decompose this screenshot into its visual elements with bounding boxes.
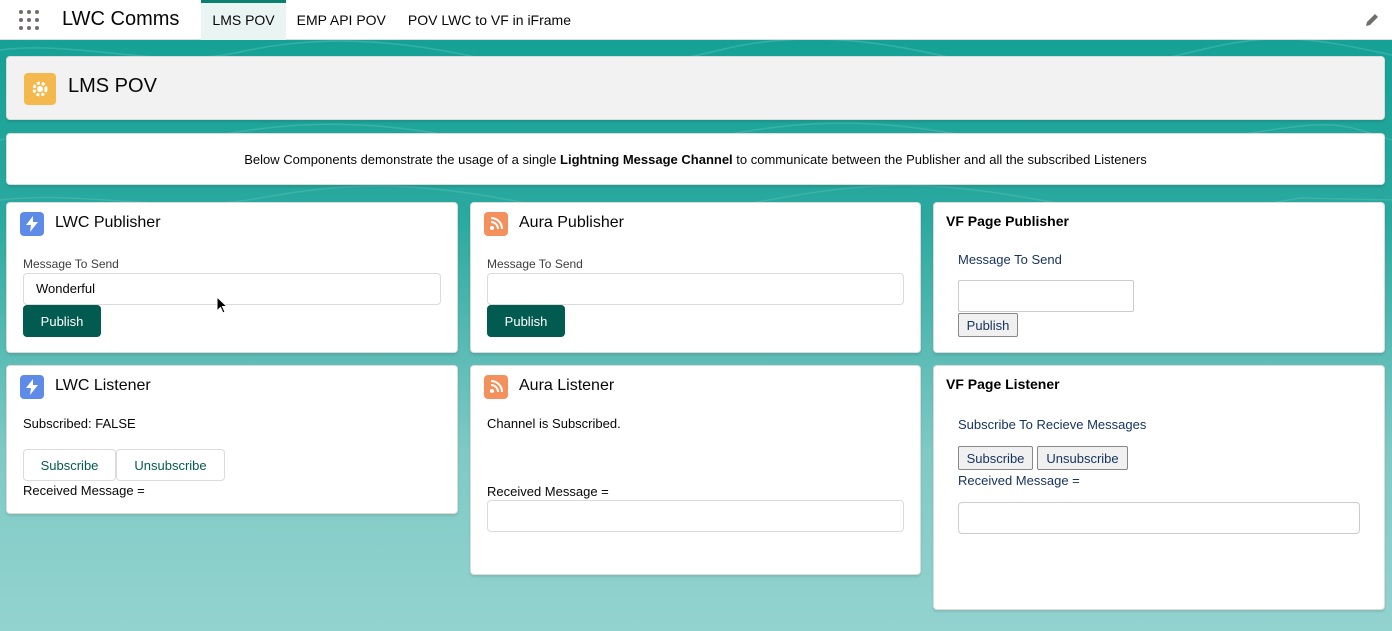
app-launcher-icon[interactable] (18, 9, 40, 31)
publish-button[interactable]: Publish (23, 305, 101, 337)
description-text: Below Components demonstrate the usage o… (244, 152, 1147, 167)
field-label: Message To Send (23, 257, 119, 271)
lightning-bolt-icon (20, 375, 44, 399)
message-input[interactable] (958, 280, 1134, 312)
field-label: Message To Send (958, 252, 1062, 267)
field-label: Message To Send (487, 257, 583, 271)
aura-listener-card: Aura Listener Channel is Subscribed. Rec… (470, 365, 921, 575)
tab-pov-lwc-to-vf[interactable]: POV LWC to VF in iFrame (397, 0, 582, 40)
card-title: VF Page Listener (946, 376, 1060, 392)
subscribe-prompt: Subscribe To Recieve Messages (958, 417, 1147, 432)
received-message-field[interactable] (487, 500, 904, 532)
unsubscribe-button[interactable]: Unsubscribe (1037, 446, 1128, 470)
received-message-label: Received Message = (958, 473, 1080, 488)
tab-emp-api-pov[interactable]: EMP API POV (286, 0, 397, 40)
subscription-status: Channel is Subscribed. (487, 416, 621, 431)
tab-lms-pov[interactable]: LMS POV (201, 0, 286, 40)
received-message-label: Received Message = (487, 484, 609, 499)
page-title: LMS POV (68, 75, 157, 97)
card-title: Aura Listener (519, 377, 615, 394)
message-input[interactable] (487, 273, 904, 305)
card-title: Aura Publisher (519, 214, 624, 231)
subscription-status: Subscribed: FALSE (23, 416, 136, 431)
aura-publisher-card: Aura Publisher Message To Send Publish (470, 202, 921, 353)
publish-button[interactable]: Publish (958, 313, 1018, 337)
description-bold: Lightning Message Channel (560, 152, 733, 167)
broadcast-icon (484, 375, 508, 399)
vf-listener-card: VF Page Listener Subscribe To Recieve Me… (933, 365, 1385, 610)
description-card: Below Components demonstrate the usage o… (6, 133, 1385, 185)
broadcast-icon (484, 212, 508, 236)
vf-publisher-card: VF Page Publisher Message To Send Publis… (933, 202, 1385, 353)
subscribe-button[interactable]: Subscribe (958, 446, 1033, 470)
message-input[interactable]: Wonderful (23, 273, 441, 305)
page-header: LMS POV (6, 56, 1385, 120)
global-navigation: LWC Comms LMS POV EMP API POV POV LWC to… (0, 0, 1392, 40)
pencil-edit-icon[interactable] (1364, 12, 1380, 28)
lightning-bolt-icon (20, 212, 44, 236)
card-title: LWC Publisher (55, 214, 161, 231)
unsubscribe-button[interactable]: Unsubscribe (116, 449, 225, 481)
publish-button[interactable]: Publish (487, 305, 565, 337)
subscribe-button[interactable]: Subscribe (23, 449, 116, 481)
mouse-pointer-icon (216, 296, 229, 314)
app-name: LWC Comms (62, 8, 180, 30)
settings-gear-icon (24, 73, 56, 105)
card-title: VF Page Publisher (946, 213, 1069, 229)
card-title: LWC Listener (55, 377, 151, 394)
received-message-field[interactable] (958, 502, 1360, 534)
lwc-publisher-card: LWC Publisher Message To Send Wonderful … (6, 202, 458, 353)
lwc-listener-card: LWC Listener Subscribed: FALSE Subscribe… (6, 365, 458, 514)
received-message-label: Received Message = (23, 483, 145, 498)
